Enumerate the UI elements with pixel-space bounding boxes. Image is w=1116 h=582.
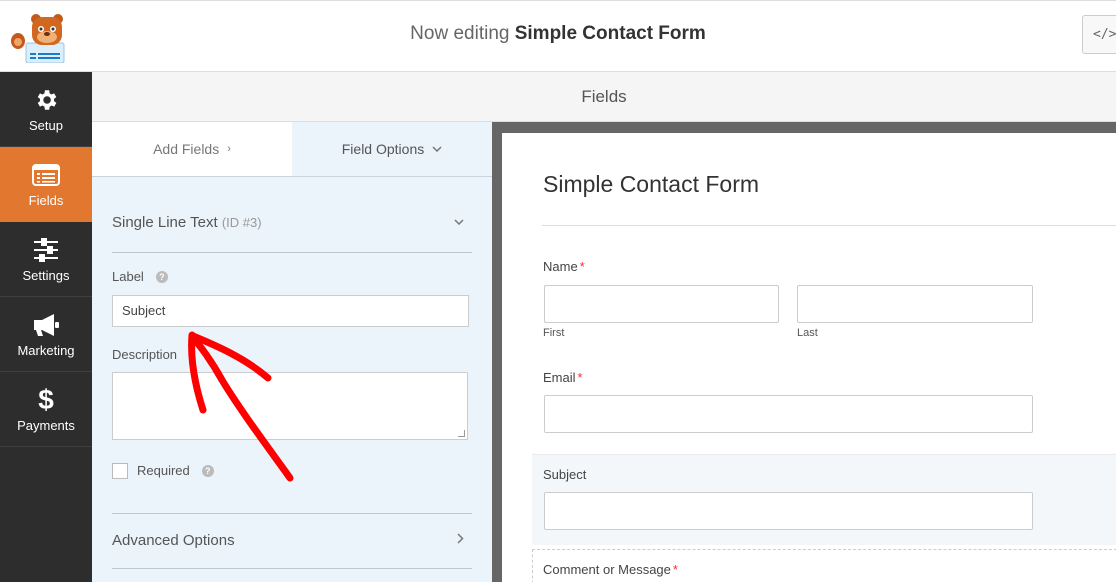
- description-textarea[interactable]: [112, 372, 468, 440]
- label-caption-text: Label: [112, 269, 144, 284]
- tab-label: Field Options: [341, 141, 425, 157]
- editing-prefix: Now editing: [410, 23, 510, 44]
- comment-label-text: Comment or Message: [543, 562, 671, 577]
- sidebar-label: Fields: [28, 193, 64, 208]
- chevron-down-icon: [432, 143, 442, 155]
- subject-field-block[interactable]: Subject: [532, 454, 1116, 545]
- name-label: Name *: [543, 259, 585, 274]
- tab-field-options[interactable]: Field Options: [292, 122, 492, 176]
- sidebar-label: Settings: [22, 268, 70, 283]
- advanced-options-toggle[interactable]: Advanced Options: [112, 532, 472, 549]
- field-type-header[interactable]: Single Line Text (ID #3): [112, 214, 472, 231]
- required-mark: *: [579, 259, 585, 274]
- list-icon: [32, 160, 60, 190]
- divider: [112, 513, 472, 514]
- chevron-right-icon: ›: [227, 143, 231, 155]
- email-input[interactable]: [544, 395, 1033, 433]
- first-sublabel: First: [543, 327, 565, 339]
- code-icon: </>: [1093, 27, 1116, 42]
- required-mark: *: [577, 370, 583, 385]
- dollar-icon: $: [38, 384, 54, 415]
- sidebar-label: Setup: [29, 118, 63, 133]
- description-caption: Description: [112, 347, 177, 362]
- sidebar-item-marketing[interactable]: Marketing: [0, 297, 92, 372]
- required-mark: *: [672, 562, 678, 577]
- sidebar: Setup Fields Settings Marketing $ Paymen…: [0, 72, 92, 582]
- subject-input[interactable]: [544, 492, 1033, 530]
- sidebar-label: Payments: [17, 418, 75, 433]
- field-id: (ID #3): [221, 215, 262, 230]
- chevron-down-icon: [454, 216, 464, 228]
- resize-handle[interactable]: [458, 430, 465, 437]
- name-label-text: Name: [543, 259, 578, 274]
- divider: [112, 252, 472, 253]
- last-name-input[interactable]: [797, 285, 1033, 323]
- gear-icon: [33, 85, 59, 115]
- comment-field-block[interactable]: Comment or Message *: [532, 549, 1116, 582]
- sidebar-item-payments[interactable]: $ Payments: [0, 372, 92, 447]
- sidebar-item-fields[interactable]: Fields: [0, 147, 92, 222]
- section-title: Fields: [92, 72, 1116, 122]
- sidebar-item-setup[interactable]: Setup: [0, 72, 92, 147]
- first-name-input[interactable]: [544, 285, 779, 323]
- sidebar-item-settings[interactable]: Settings: [0, 222, 92, 297]
- top-bar: Now editing Simple Contact Form </>: [0, 0, 1116, 72]
- panel-tabs: Add Fields › Field Options: [92, 122, 492, 177]
- subject-label: Subject: [543, 467, 587, 482]
- description-caption-text: Description: [112, 347, 178, 362]
- field-type: Single Line Text: [112, 214, 218, 231]
- required-label: Required ?: [137, 463, 214, 478]
- tab-add-fields[interactable]: Add Fields ›: [92, 122, 292, 176]
- embed-code-button[interactable]: </>: [1082, 15, 1116, 54]
- chevron-right-icon: [457, 532, 464, 547]
- email-label-text: Email: [543, 370, 576, 385]
- required-checkbox[interactable]: [112, 463, 128, 479]
- advanced-options-label: Advanced Options: [112, 532, 235, 549]
- label-input[interactable]: Subject: [112, 295, 469, 327]
- sliders-icon: [33, 235, 59, 265]
- form-title: Simple Contact Form: [543, 171, 760, 197]
- tab-label: Add Fields: [153, 141, 220, 157]
- label-caption: Label ?: [112, 269, 168, 284]
- help-icon[interactable]: ?: [155, 270, 168, 283]
- divider: [542, 225, 1116, 226]
- megaphone-icon: [32, 310, 60, 340]
- field-options-panel: Add Fields › Field Options Single Line T…: [92, 122, 492, 582]
- divider: [112, 568, 472, 569]
- last-sublabel: Last: [797, 327, 818, 339]
- form-name: Simple Contact Form: [514, 23, 706, 44]
- required-label-text: Required: [137, 463, 190, 478]
- comment-label: Comment or Message *: [543, 562, 678, 577]
- form-preview: Simple Contact Form Name * First Last Ema…: [502, 133, 1116, 582]
- help-icon[interactable]: ?: [201, 464, 214, 477]
- email-label: Email *: [543, 370, 583, 385]
- editing-title: Now editing Simple Contact Form: [0, 23, 1116, 45]
- sidebar-label: Marketing: [17, 343, 75, 358]
